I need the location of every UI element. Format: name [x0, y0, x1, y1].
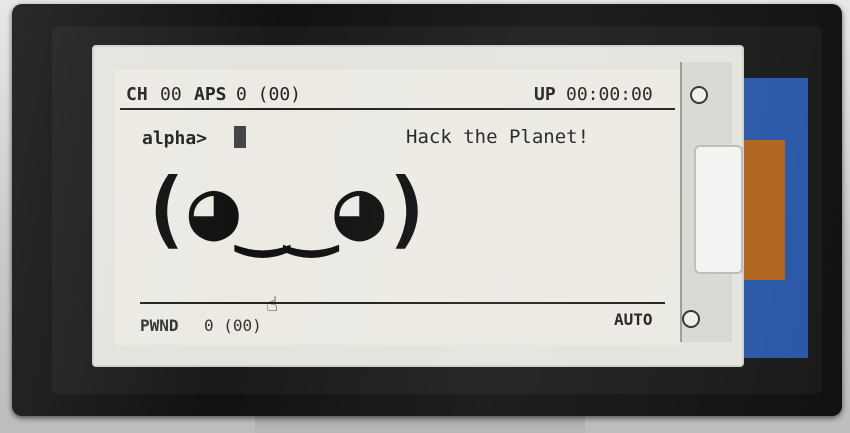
flex-cable: [740, 140, 785, 280]
ch-value: 00: [160, 84, 182, 105]
mode-label: AUTO: [614, 310, 653, 329]
panel-side-slot: [694, 145, 743, 274]
aps-value: 0 (00): [236, 84, 302, 105]
bottom-divider: [140, 302, 665, 304]
aps-label: APS: [194, 84, 227, 105]
up-label: UP: [534, 84, 556, 105]
hand-pointer-icon: ☝: [266, 292, 279, 316]
pwnd-label: PWND: [140, 316, 179, 335]
ch-label: CH: [126, 84, 148, 105]
top-hole-icon: [690, 86, 708, 104]
unit-name: alpha>: [142, 128, 208, 149]
pwnagotchi-face: (◕‿‿◕): [140, 160, 433, 258]
up-value: 00:00:00: [566, 84, 653, 105]
bottom-hole-icon: [682, 310, 700, 328]
top-divider: [120, 108, 675, 110]
pwnd-value: 0 (00): [204, 316, 262, 335]
photo-scene: CH 00 APS 0 (00) UP 00:00:00 alpha> Hack…: [0, 0, 850, 433]
text-cursor: [234, 126, 246, 148]
status-message: Hack the Planet!: [406, 126, 590, 148]
